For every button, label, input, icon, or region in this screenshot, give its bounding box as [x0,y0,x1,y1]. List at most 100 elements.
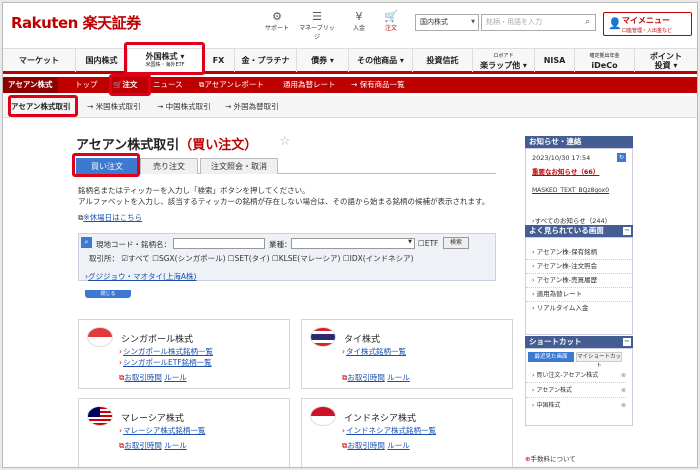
rakuten-logo[interactable]: Rakuten 楽天証券 [11,12,141,33]
seen-link[interactable]: アセアン株-注文照会 [526,260,632,274]
order-tabs: 買い注文 売り注文 注文照会・取消 [76,158,496,174]
search-button[interactable]: 検索 [443,237,469,249]
subnav-top[interactable]: トップ [75,77,98,93]
seen-link[interactable]: リアルタイム入金 [526,302,632,315]
sg-stock-list-link[interactable]: シンガポール株式銘柄一覧 [119,346,213,357]
subnav-holdings[interactable]: → 保有商品一覧 [351,77,405,93]
market-klse-checkbox[interactable]: ☐KLSE(マレーシア) [272,254,341,263]
code-input[interactable] [173,238,265,249]
subnav3-us[interactable]: → 米国株式取引 [87,99,141,114]
shortcut-item[interactable]: アセアン株式⊗ [526,384,626,398]
indonesia-flag-icon [310,406,336,426]
close-icon: ⊗ [620,372,626,379]
cart-icon: 🛒 [384,10,398,23]
search-icon[interactable]: ⌕ [580,14,596,31]
market-box-singapore: シンガポール株式 シンガポール株式銘柄一覧 シンガポールETF銘柄一覧 ⧉お取引… [78,319,290,389]
tab-my-shortcut[interactable]: マイショートカット [576,352,622,369]
minimize-icon[interactable]: − [623,338,631,346]
subnav-order[interactable]: 🛒注文 [113,77,137,93]
page-title: アセアン株式取引（買い注文） [76,138,258,153]
masked-notice-link[interactable]: MASKED_TEXT_BQz8gox0 [532,187,609,194]
shortcut-item[interactable]: 中国株式⊗ [526,399,626,412]
nav-roboad[interactable]: ロボアド 楽ラップ他 ▾ [473,49,535,72]
bridge-icon: ☰ [312,10,322,23]
suggestion-link[interactable]: ›グジジョウ・マオタイ(上海A株) [85,271,196,282]
nav-point[interactable]: ポイント 投資 ▾ [635,49,697,72]
seen-link[interactable]: アセアン株-保有銘柄 [526,246,632,260]
sg-etf-list-link[interactable]: シンガポールETF銘柄一覧 [119,357,212,368]
subnav3-fx[interactable]: → 外国為替取引 [225,99,279,114]
nav-market[interactable]: マーケット [3,49,76,72]
tab-inquiry[interactable]: 注文照会・取消 [200,158,278,174]
global-nav: マーケット 国内株式 外国株式 ▾ 米国株・海外ETF FX 金・プラチナ 債券 … [3,48,697,74]
nav-gold[interactable]: 金・プラチナ [235,49,297,72]
singapore-flag-icon [87,327,113,347]
news-panel: お知らせ・連絡 2023/10/30 17:54 ↻ 重要なお知らせ（66） M… [525,136,633,228]
nav-other[interactable]: その他商品 ▾ [349,49,413,72]
site-header: Rakuten 楽天証券 ⚙ サポート ☰ マネーブリッジ ¥ 入金 🛒 注文 国内株式… [3,3,697,41]
sg-time-rule: ⧉お取引時間 ルール [119,373,187,382]
market-box-indonesia: インドネシア株式 インドネシア株式銘柄一覧 ⧉お取引時間 ルール [301,398,513,467]
support-link[interactable]: ⚙ サポート [257,10,297,33]
thailand-flag-icon [310,327,336,347]
search-category-select[interactable]: 国内株式 [415,14,479,31]
support-icon: ⚙ [272,10,282,23]
id-stock-list-link[interactable]: インドネシア株式銘柄一覧 [342,425,436,436]
seen-link[interactable]: アセアン株-売買履歴 [526,274,632,288]
fee-link[interactable]: ⊕手数料について [525,453,633,463]
cart-icon: 🛒 [113,80,123,89]
market-all-checkbox[interactable]: ☑すべて [121,254,149,263]
favorite-star-icon[interactable]: ☆ [279,134,291,149]
nav-fund[interactable]: 投資信託 [413,49,473,72]
nav-nisa[interactable]: NISA [535,49,575,72]
holiday-link[interactable]: ⧉※休場日はこちら [78,212,142,223]
tab-recent[interactable]: 最近見た画面 [528,352,574,362]
nav-foreign-stock[interactable]: 外国株式 ▾ 米国株・海外ETF [128,49,203,72]
th-time-rule: ⧉お取引時間 ルール [342,373,410,382]
market-idx-checkbox[interactable]: ☐IDX(インドネシア) [343,254,414,263]
nav-ideco[interactable]: 確定拠出年金 iDeCo [575,49,635,72]
sector-select[interactable]: ▼ [291,238,415,249]
important-notice-link[interactable]: 重要なお知らせ（66） [532,166,599,176]
close-button[interactable]: 閉じる [85,290,131,298]
nav-fx[interactable]: FX [203,49,235,72]
subnav-asean[interactable]: アセアン株式 [3,77,58,93]
tab-buy[interactable]: 買い注文 [76,158,138,174]
search-icon: ⌕ [81,237,92,248]
shortcut-panel: ショートカット− 最近見た画面 マイショートカット 買い注文-アセアン株式⊗ ア… [525,336,633,426]
subnav-report[interactable]: ⧉アセアンレポート [199,77,264,93]
close-icon: ⊗ [620,402,626,409]
malaysia-flag-icon [87,406,113,426]
subnav-news[interactable]: ニュース [153,77,183,93]
order-link[interactable]: 🛒 注文 [371,10,411,33]
tab-sell[interactable]: 売り注文 [140,158,198,174]
asean-subnav: アセアン株式 トップ 🛒注文 ニュース ⧉アセアンレポート 通用為替レート → … [3,77,697,93]
market-set-checkbox[interactable]: ☐SET(タイ) [228,254,270,263]
subnav-rate[interactable]: 通用為替レート [283,77,336,93]
user-icon: 👤 [608,17,622,30]
search-input[interactable]: 銘柄・用語を入力 [481,14,581,31]
subnav3-china[interactable]: → 中国株式取引 [157,99,211,114]
trade-subnav: アセアン株式取引 → 米国株式取引 → 中国株式取引 → 外国為替取引 [3,96,697,118]
instructions: 銘柄名またはティッカーを入力し「検索」ボタンを押してください。 アルファベットを… [78,186,490,206]
chevron-down-icon: ▼ [408,239,412,245]
subnav3-asean[interactable]: アセアン株式取引 [11,99,71,114]
browser-frame: Rakuten 楽天証券 ⚙ サポート ☰ マネーブリッジ ¥ 入金 🛒 注文 国内株式… [2,2,698,468]
id-time-rule: ⧉お取引時間 ルール [342,441,410,450]
nav-bond[interactable]: 債券 ▾ [297,49,349,72]
shortcut-item[interactable]: 買い注文-アセアン株式⊗ [526,369,626,383]
moneybridge-link[interactable]: ☰ マネーブリッジ [297,10,337,42]
etf-checkbox[interactable]: ☐ETF [418,239,438,248]
my-stock-list-link[interactable]: マレーシア株式銘柄一覧 [119,425,205,436]
th-stock-list-link[interactable]: タイ株式銘柄一覧 [342,346,406,357]
my-time-rule: ⧉お取引時間 ルール [119,441,187,450]
mymenu-button[interactable]: 👤 マイメニュー 口座管理・入出金など [603,12,692,36]
market-box-malaysia: マレーシア株式 マレーシア株式銘柄一覧 ⧉お取引時間 ルール [78,398,290,467]
nav-domestic-stock[interactable]: 国内株式 [76,49,128,72]
market-sgx-checkbox[interactable]: ☐SGX(シンガポール) [152,254,225,263]
minimize-icon[interactable]: − [623,227,631,235]
popular-screens-panel: よく見られている画面− アセアン株-保有銘柄 アセアン株-注文照会 アセアン株-… [525,225,633,335]
all-notices-link[interactable]: ›すべてのお知らせ（244） [532,215,611,225]
refresh-icon[interactable]: ↻ [617,153,626,162]
seen-link[interactable]: 適用為替レート [526,288,632,302]
